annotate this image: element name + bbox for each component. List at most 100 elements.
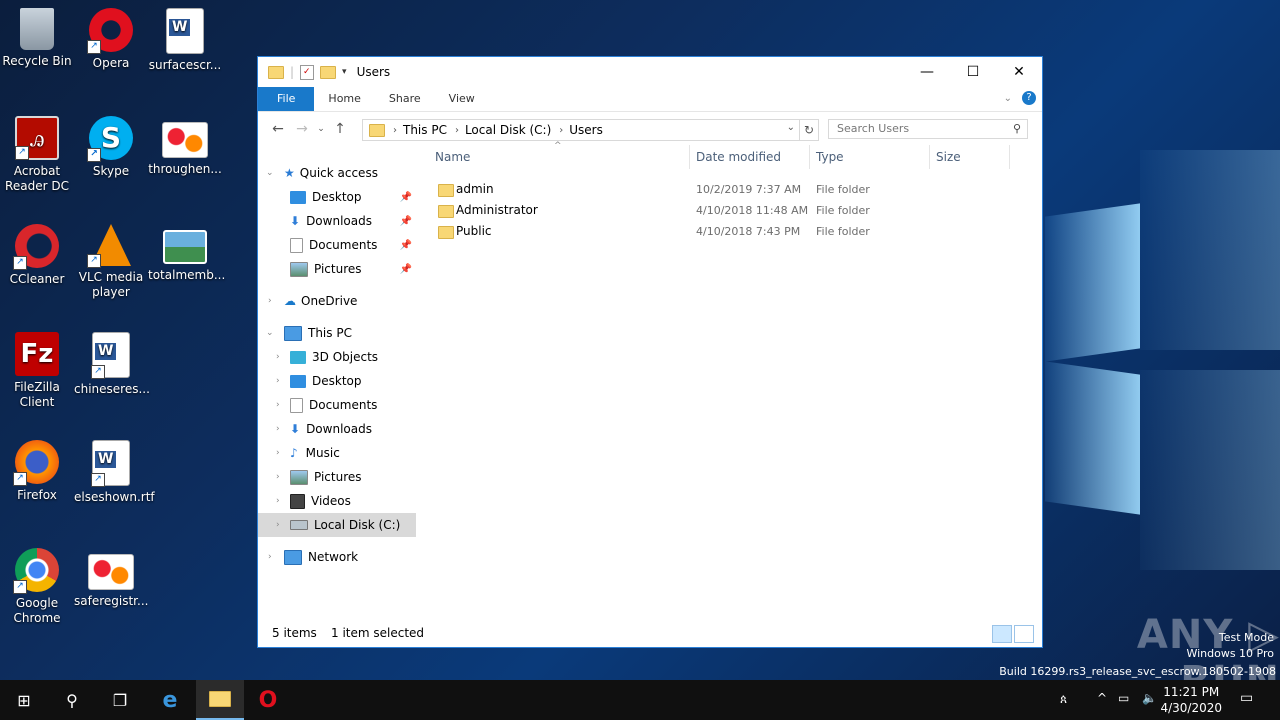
recent-locations-icon[interactable]: ⌄ [314,124,328,134]
nav-music[interactable]: › ♪ Music [258,441,416,465]
volume-icon[interactable]: 🔈 [1142,691,1157,705]
chevron-down-icon[interactable]: ⌄ [266,168,274,178]
start-button[interactable]: ⊞ [0,680,48,720]
network-tray-icon[interactable]: ▭ [1118,691,1129,705]
file-explorer-taskbar-icon[interactable] [196,680,244,720]
desktop-icon-saferegistr[interactable]: saferegistr... [74,548,148,609]
desktop-icon-elseshown[interactable]: W ↗ elseshown.rtf [74,440,155,505]
nav-3d-objects[interactable]: › 3D Objects [258,345,416,369]
expand-ribbon-icon[interactable]: ⌄ [1004,93,1012,104]
chevron-right-icon[interactable]: › [276,352,280,362]
nav-desktop[interactable]: › Desktop [258,369,416,393]
table-row[interactable]: Public 4/10/2018 7:43 PM File folder [418,221,1042,242]
desktop-icon-acrobat[interactable]: ꭿ ↗ Acrobat Reader DC [0,116,74,194]
breadcrumb-users[interactable]: Users [569,123,603,137]
refresh-icon[interactable]: ↻ [800,119,819,141]
breadcrumb-separator[interactable]: › [559,125,563,136]
search-input[interactable]: Search Users ⚲ [828,119,1028,139]
pin-icon[interactable]: 📌 [400,240,412,251]
desktop-icon-skype[interactable]: S ↗ Skype [74,116,148,179]
nav-network[interactable]: › Network [258,545,416,569]
desktop-icon-firefox[interactable]: ↗ Firefox [0,440,74,503]
new-folder-icon[interactable] [320,65,337,79]
nav-downloads[interactable]: › ⬇ Downloads [258,417,416,441]
show-hidden-icons-icon[interactable]: ^ [1097,691,1107,705]
search-icon[interactable]: ⚲ [48,680,96,720]
properties-icon[interactable]: ✓ [300,64,315,80]
people-icon[interactable]: ጰ [1060,692,1067,707]
nav-quick-documents[interactable]: Documents 📌 [258,233,416,257]
tab-home[interactable]: Home [314,87,374,111]
filezilla-icon: Fz [15,332,59,376]
chevron-right-icon[interactable]: › [268,296,272,306]
table-row[interactable]: Administrator 4/10/2018 11:48 AM File fo… [418,200,1042,221]
column-name[interactable]: Name [435,150,470,164]
title-bar[interactable]: | ✓ ▾ Users — ☐ ✕ [258,57,1042,87]
desktop-icon-chineseres[interactable]: W ↗ chineseres... [74,332,150,397]
nav-videos[interactable]: › Videos [258,489,416,513]
clock[interactable]: 11:21 PM 4/30/2020 [1160,684,1222,716]
help-icon[interactable]: ? [1022,91,1036,105]
nav-local-disk[interactable]: › Local Disk (C:) [258,513,416,537]
desktop-icon-ccleaner[interactable]: ↗ CCleaner [0,224,74,287]
nav-quick-downloads[interactable]: ⬇ Downloads 📌 [258,209,416,233]
desktop-icon-filezilla[interactable]: Fz FileZilla Client [0,332,74,410]
desktop-icon-throughen[interactable]: throughen... [148,116,222,177]
nav-quick-desktop[interactable]: Desktop 📌 [258,185,416,209]
details-view-icon[interactable] [992,625,1012,643]
maximize-button[interactable]: ☐ [950,57,996,87]
nav-documents[interactable]: › Documents [258,393,416,417]
tab-view[interactable]: View [435,87,489,111]
desktop-icon-label: Acrobat Reader DC [5,164,69,193]
nav-this-pc[interactable]: ⌄ This PC [258,321,416,345]
opera-taskbar-icon[interactable]: O [244,680,292,720]
column-size[interactable]: Size [936,150,961,164]
minimize-button[interactable]: — [904,57,950,87]
chevron-right-icon[interactable]: › [276,448,280,458]
pin-icon[interactable]: 📌 [400,192,412,203]
large-icons-view-icon[interactable] [1014,625,1034,643]
desktop-icon-surfacescr[interactable]: W surfacescr... [148,8,222,73]
nav-onedrive[interactable]: › ☁ OneDrive [258,289,416,313]
close-button[interactable]: ✕ [996,57,1042,87]
desktop-icon-recycle-bin[interactable]: Recycle Bin [0,8,74,69]
desktop-icon-totalmemb[interactable]: totalmemb... [148,224,225,283]
column-type[interactable]: Type [816,150,844,164]
tab-file[interactable]: File [258,87,315,111]
chevron-down-icon[interactable]: ⌄ [266,328,274,338]
chevron-right-icon[interactable]: › [276,424,280,434]
breadcrumb-this-pc[interactable]: This PC [403,123,447,137]
address-dropdown-icon[interactable]: ⌄ [787,122,795,133]
task-view-icon[interactable]: ❐ [96,680,144,720]
pin-icon[interactable]: 📌 [400,264,412,275]
desktop-icon-chrome[interactable]: ↗ Google Chrome [0,548,74,626]
action-center-icon[interactable]: ▭ [1240,690,1253,706]
desktop-icon-vlc[interactable]: ↗ VLC media player [74,224,148,300]
tab-share[interactable]: Share [375,87,435,111]
table-row[interactable]: admin 10/2/2019 7:37 AM File folder [418,179,1042,200]
desktop-icon-opera[interactable]: ↗ Opera [74,8,148,71]
chevron-right-icon[interactable]: › [276,496,280,506]
chevron-right-icon[interactable]: › [276,400,280,410]
nav-quick-access[interactable]: ⌄ ★ Quick access [258,161,416,185]
chevron-right-icon[interactable]: › [276,472,280,482]
pin-icon[interactable]: 📌 [400,216,412,227]
image-file-icon [162,122,208,158]
address-bar[interactable]: › This PC › Local Disk (C:) › Users ⌄ [362,119,800,141]
customize-toolbar-icon[interactable]: ▾ [342,67,347,77]
chevron-right-icon[interactable]: › [276,376,280,386]
explorer-window[interactable]: | ✓ ▾ Users — ☐ ✕ File Home Share View ⌄… [257,56,1043,648]
chevron-right-icon[interactable]: › [268,552,272,562]
breadcrumb-separator[interactable]: › [455,125,459,136]
column-date-modified[interactable]: Date modified [696,150,781,164]
forward-arrow-icon[interactable]: → [290,121,314,137]
back-arrow-icon[interactable]: ← [266,121,290,137]
windows-edition-text: Windows 10 Pro [1186,647,1274,660]
edge-icon[interactable]: e [146,680,194,720]
nav-quick-pictures[interactable]: Pictures 📌 [258,257,416,281]
chevron-right-icon[interactable]: › [276,520,280,530]
nav-pictures[interactable]: › Pictures [258,465,416,489]
up-arrow-icon[interactable]: ↑ [328,121,352,137]
breadcrumb-local-disk[interactable]: Local Disk (C:) [465,123,551,137]
opera-icon: ↗ [87,8,133,54]
